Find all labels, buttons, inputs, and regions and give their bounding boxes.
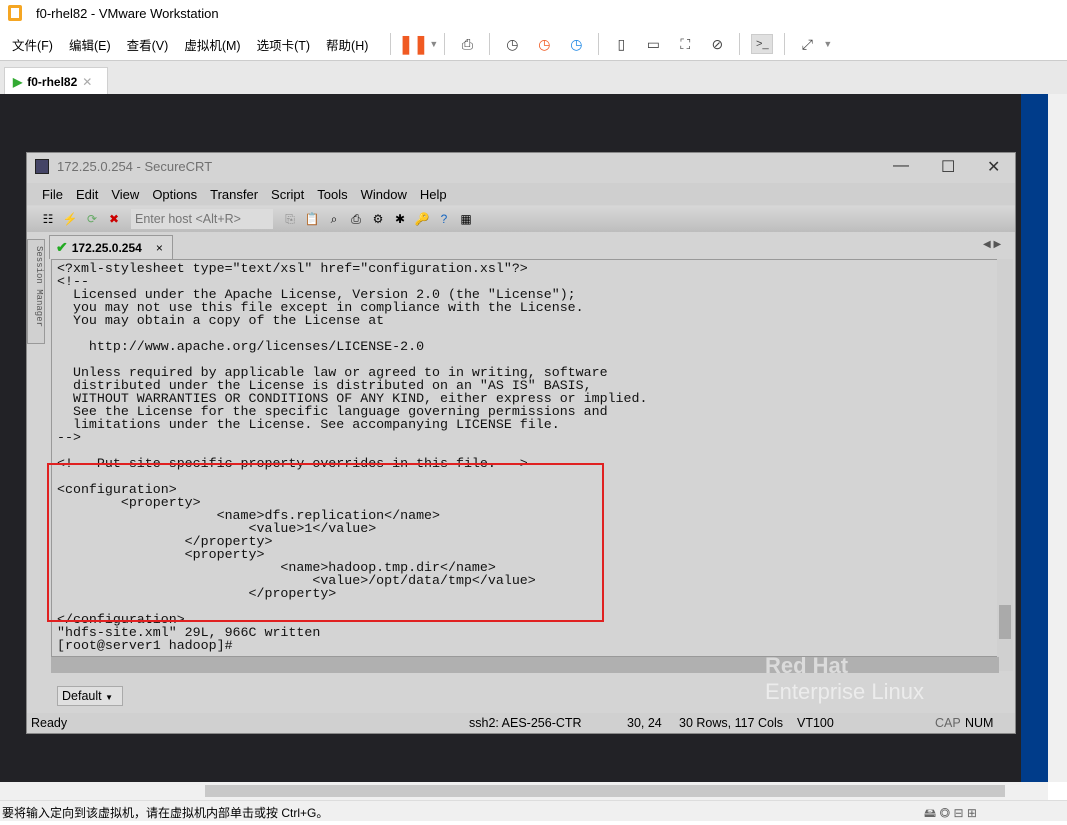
redhat-watermark: Red Hat Enterprise Linux xyxy=(713,653,924,705)
vm-tabbar: ▶ f0-rhel82 ✕ xyxy=(0,60,1067,95)
paste-icon[interactable]: 📋 xyxy=(303,210,321,228)
terminal-line: You may obtain a copy of the License at xyxy=(57,313,385,328)
menu-edit[interactable]: 编辑(E) xyxy=(69,35,111,54)
thumbnail-icon[interactable]: ▭ xyxy=(642,34,664,54)
securecrt-menubar: File Edit View Options Transfer Script T… xyxy=(27,183,1015,205)
status-size: 30 Rows, 117 Cols xyxy=(679,716,783,730)
securecrt-toolbar: ☷ ⚡ ⟳ ✖ ⎘ 📋 ⌕ ⎙ ⚙ ✱ 🔑 ? ▦ xyxy=(27,206,1015,232)
vmware-menubar: 文件(F) 编辑(E) 查看(V) 虚拟机(M) 选项卡(T) 帮助(H) ❚❚… xyxy=(0,28,1067,60)
tab-f0-rhel82[interactable]: ▶ f0-rhel82 ✕ xyxy=(4,67,108,95)
watermark-line1: Red Hat xyxy=(765,653,849,678)
menu-view[interactable]: 查看(V) xyxy=(127,35,169,54)
securecrt-titlebar: 172.25.0.254 - SecureCRT — ☐ ✕ xyxy=(27,153,1015,181)
session-options-icon[interactable]: ⚙ xyxy=(369,210,387,228)
terminal-line: <?xml-stylesheet type="text/xsl" href="c… xyxy=(57,261,528,276)
menu-tools[interactable]: Tools xyxy=(317,187,347,202)
scroll-thumb[interactable] xyxy=(205,785,1005,797)
terminal-line: --> xyxy=(57,430,81,445)
reconnect-icon[interactable]: ⟳ xyxy=(83,210,101,228)
menu-tabs[interactable]: 选项卡(T) xyxy=(257,35,310,54)
close-icon[interactable]: ✕ xyxy=(82,75,92,89)
button-bar-select[interactable]: Default ▼ xyxy=(57,686,123,706)
scroll-thumb[interactable] xyxy=(999,605,1011,639)
close-tab-icon[interactable]: × xyxy=(156,241,163,255)
connect-icon[interactable]: ☷ xyxy=(39,210,57,228)
menu-options[interactable]: Options xyxy=(152,187,197,202)
send-ctrl-alt-del-icon[interactable]: ⎙ xyxy=(456,34,478,54)
stretch-icon[interactable]: ⤢ xyxy=(796,34,818,54)
console-icon[interactable]: >_ xyxy=(751,34,774,54)
menu-edit[interactable]: Edit xyxy=(76,187,98,202)
button-bar-label: Default xyxy=(62,689,102,703)
quick-connect-icon[interactable]: ⚡ xyxy=(61,210,79,228)
menu-window[interactable]: Window xyxy=(361,187,407,202)
session-tab[interactable]: ✔ 172.25.0.254 × xyxy=(49,235,173,259)
maximize-button[interactable]: ☐ xyxy=(941,157,955,177)
menu-vm[interactable]: 虚拟机(M) xyxy=(184,35,240,54)
status-cap: CAP xyxy=(935,716,961,730)
menu-file[interactable]: 文件(F) xyxy=(12,35,53,54)
help-icon[interactable]: ? xyxy=(435,210,453,228)
status-ready: Ready xyxy=(31,716,68,730)
menu-transfer[interactable]: Transfer xyxy=(210,187,258,202)
menu-help[interactable]: 帮助(H) xyxy=(326,35,368,54)
status-emulation: VT100 xyxy=(797,716,834,730)
snapshot-icon[interactable]: ◷ xyxy=(501,34,523,54)
close-button[interactable]: ✕ xyxy=(987,157,1000,177)
vmware-titlebar: f0-rhel82 - VMware Workstation xyxy=(0,0,1067,28)
terminal-vscroll[interactable] xyxy=(997,259,1013,671)
menu-file[interactable]: File xyxy=(42,187,63,202)
keymap-icon[interactable]: 🔑 xyxy=(413,210,431,228)
watermark-line2: Enterprise Linux xyxy=(765,679,924,704)
tab-label: f0-rhel82 xyxy=(27,74,78,89)
securecrt-logo-icon xyxy=(35,159,49,174)
device-icons[interactable]: 🖴 ◎ ⊟ ⊞ xyxy=(924,804,977,825)
menu-script[interactable]: Script xyxy=(271,187,304,202)
unity-icon[interactable]: ⊘ xyxy=(706,34,728,54)
horizontal-scrollbar[interactable] xyxy=(0,782,1048,800)
chevron-down-icon[interactable]: ▼ xyxy=(429,39,438,49)
chevron-down-icon[interactable]: ▼ xyxy=(823,39,832,49)
status-num: NUM xyxy=(965,716,994,730)
sftp-icon[interactable]: ▦ xyxy=(457,210,475,228)
library-icon[interactable]: ▯ xyxy=(610,34,632,54)
fullscreen-icon[interactable]: ⛶ xyxy=(674,34,696,54)
tab-scroll-arrows[interactable]: ◀ ▶ xyxy=(983,239,1001,250)
print-icon[interactable]: ⎙ xyxy=(347,210,365,228)
terminal-line: [root@server1 hadoop]# xyxy=(57,638,233,653)
securecrt-window: 172.25.0.254 - SecureCRT — ☐ ✕ File Edit… xyxy=(26,152,1016,734)
minimize-button[interactable]: — xyxy=(893,157,909,175)
status-cursor: 30, 24 xyxy=(627,716,662,730)
host-input[interactable] xyxy=(131,209,273,229)
securecrt-title: 172.25.0.254 - SecureCRT xyxy=(57,159,213,174)
terminal-line: limitations under the License. See accom… xyxy=(57,417,560,432)
status-message: 要将输入定向到该虚拟机，请在虚拟机内部单击或按 Ctrl+G。 xyxy=(2,806,329,820)
revert-snapshot-icon[interactable]: ◷ xyxy=(533,34,555,54)
global-options-icon[interactable]: ✱ xyxy=(391,210,409,228)
session-manager-tab[interactable]: Session Manager xyxy=(27,239,45,344)
status-cipher: ssh2: AES-256-CTR xyxy=(469,716,582,730)
snapshot-manager-icon[interactable]: ◷ xyxy=(565,34,587,54)
securecrt-statusbar: Ready ssh2: AES-256-CTR 30, 24 30 Rows, … xyxy=(27,713,1015,733)
find-icon[interactable]: ⌕ xyxy=(325,210,343,228)
window-title: f0-rhel82 - VMware Workstation xyxy=(36,6,219,21)
menu-view[interactable]: View xyxy=(111,187,139,202)
session-tab-label: 172.25.0.254 xyxy=(71,240,142,255)
vm-play-icon: ▶ xyxy=(13,74,23,89)
disconnect-icon[interactable]: ✖ xyxy=(105,210,123,228)
terminal-line: http://www.apache.org/licenses/LICENSE-2… xyxy=(57,339,425,354)
copy-icon[interactable]: ⎘ xyxy=(281,210,299,228)
connected-check-icon: ✔ xyxy=(56,239,68,255)
highlight-box xyxy=(47,463,604,622)
vertical-scrollbar[interactable] xyxy=(1048,94,1067,782)
menu-help[interactable]: Help xyxy=(420,187,447,202)
vm-desktop-edge xyxy=(1021,94,1048,782)
vmware-statusbar: 要将输入定向到该虚拟机，请在虚拟机内部单击或按 Ctrl+G。 🖴 ◎ ⊟ ⊞ xyxy=(0,800,1067,821)
pause-icon[interactable]: ❚❚ xyxy=(398,34,428,54)
vmware-logo-icon xyxy=(8,5,22,21)
